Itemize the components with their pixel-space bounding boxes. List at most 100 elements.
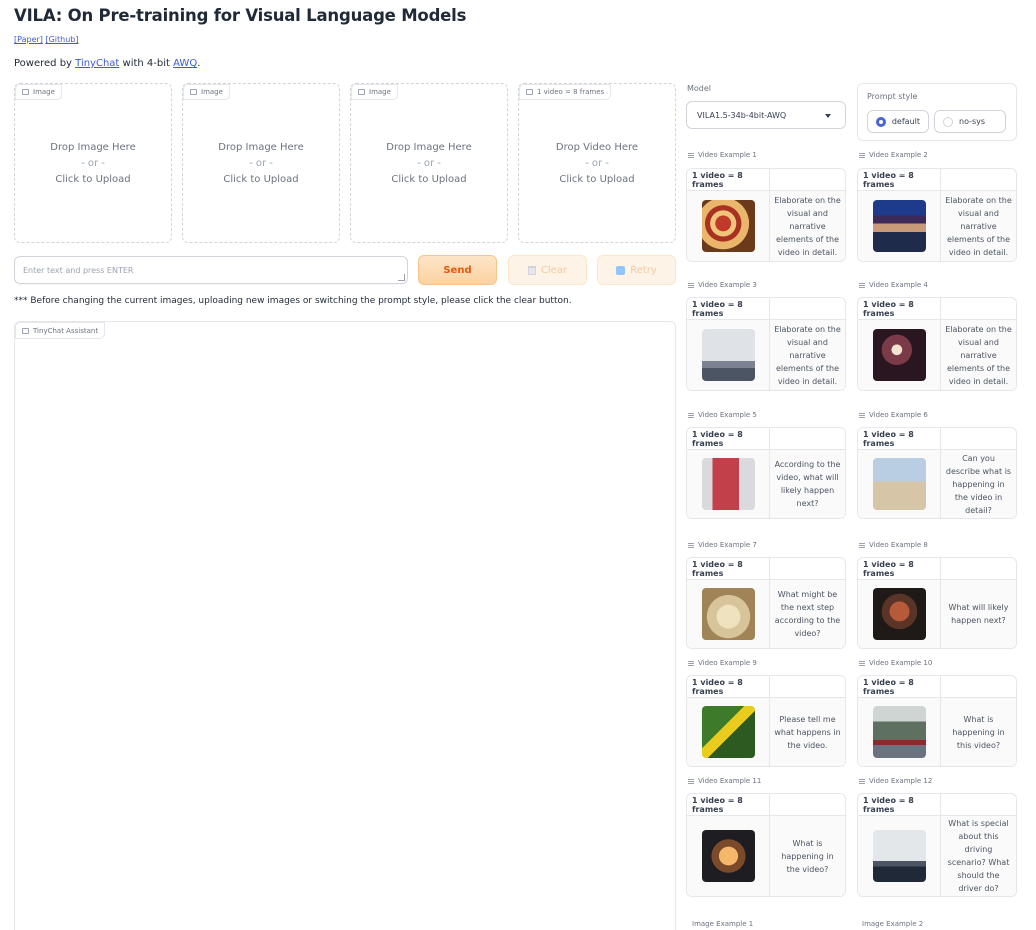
video-example-label: Video Example 11 [688, 777, 761, 785]
list-icon [688, 282, 694, 288]
video-example-label: Video Example 9 [688, 659, 757, 667]
image-example-label-text: Image Example 2 [862, 920, 924, 928]
video-thumbnail[interactable] [701, 329, 755, 381]
example-header: 1 video = 8 frames [858, 169, 941, 190]
list-icon [859, 152, 865, 158]
video-upload[interactable]: 1 video = 8 frames Drop Video Here - or … [518, 83, 676, 243]
example-header: 1 video = 8 frames [858, 676, 941, 697]
image-example-label-1: Image Example 1 [688, 920, 753, 928]
video-example-card[interactable]: 1 video = 8 frames Elaborate on the visua… [686, 297, 846, 391]
trash-icon [527, 265, 536, 275]
or-text: - or - [585, 158, 609, 169]
powered-mid: with 4-bit [119, 58, 174, 69]
image-upload-2[interactable]: Image Drop Image Here - or - Click to Up… [182, 83, 340, 243]
video-example-card[interactable]: 1 video = 8 frames What is special about … [857, 793, 1017, 897]
video-thumbnail[interactable] [872, 706, 926, 758]
video-example-card[interactable]: 1 video = 8 frames Elaborate on the visua… [686, 168, 846, 262]
image-example-label-2: Image Example 2 [858, 920, 923, 928]
video-thumbnail[interactable] [701, 458, 755, 510]
model-value: VILA1.5-34b-4bit-AWQ [697, 111, 787, 120]
chevron-down-icon [825, 114, 831, 118]
tinychat-link[interactable]: TinyChat [75, 58, 119, 69]
upload-label: 1 video = 8 frames [519, 84, 612, 100]
video-thumbnail[interactable] [701, 588, 755, 640]
video-thumbnail[interactable] [872, 588, 926, 640]
retry-icon [616, 265, 626, 275]
video-example-card[interactable]: 1 video = 8 frames Elaborate on the visua… [857, 297, 1017, 391]
video-thumbnail[interactable] [872, 329, 926, 381]
video-icon [526, 89, 533, 95]
video-example-card[interactable]: 1 video = 8 frames Can you describe what … [857, 427, 1017, 519]
list-icon [859, 412, 865, 418]
radio-default[interactable]: default [867, 110, 929, 133]
powered-prefix: Powered by [14, 58, 76, 69]
video-thumbnail[interactable] [701, 830, 755, 882]
video-example-label: Video Example 5 [688, 411, 757, 419]
clear-button[interactable]: Clear [508, 255, 587, 285]
image-upload-3[interactable]: Image Drop Image Here - or - Click to Up… [350, 83, 508, 243]
example-prompt: Elaborate on the visual and narrative el… [945, 195, 1012, 257]
message-placeholder: Enter text and press ENTER [23, 266, 134, 275]
message-input[interactable]: Enter text and press ENTER [14, 256, 408, 284]
drop-text: Drop Image Here [386, 142, 472, 153]
example-prompt: What will likely happen next? [948, 603, 1009, 625]
example-header: 1 video = 8 frames [858, 558, 941, 579]
video-example-card[interactable]: 1 video = 8 frames Elaborate on the visua… [857, 168, 1017, 262]
radio-no-sys-label: no-sys [959, 117, 986, 126]
send-label: Send [443, 264, 472, 276]
powered-by: Powered by TinyChat with 4-bit AWQ. [14, 58, 200, 69]
video-example-card[interactable]: 1 video = 8 frames What might be the next… [686, 557, 846, 649]
prompt-style-label: Prompt style [867, 92, 918, 101]
drop-text: Drop Image Here [218, 142, 304, 153]
chatbot-panel[interactable]: TinyChat Assistant [14, 321, 676, 930]
video-example-card[interactable]: 1 video = 8 frames What will likely happe… [857, 557, 1017, 649]
or-text: - or - [249, 158, 273, 169]
page-title: VILA: On Pre-training for Visual Languag… [14, 6, 467, 25]
list-icon [859, 282, 865, 288]
video-example-label-text: Video Example 10 [869, 659, 933, 667]
video-example-card[interactable]: 1 video = 8 frames What is happening in t… [857, 675, 1017, 767]
video-example-label: Video Example 1 [688, 151, 757, 159]
video-example-label: Video Example 6 [859, 411, 928, 419]
list-icon [688, 412, 694, 418]
example-prompt: Elaborate on the visual and narrative el… [945, 324, 1012, 386]
video-example-label-text: Video Example 7 [698, 541, 757, 549]
example-prompt: Elaborate on the visual and narrative el… [774, 324, 841, 386]
retry-label: Retry [630, 264, 657, 276]
video-example-card[interactable]: 1 video = 8 frames What is happening in t… [686, 793, 846, 897]
drop-text: Drop Video Here [555, 142, 639, 153]
video-thumbnail[interactable] [872, 458, 926, 510]
model-dropdown[interactable]: VILA1.5-34b-4bit-AWQ [686, 101, 846, 129]
video-thumbnail[interactable] [872, 830, 926, 882]
video-example-label-text: Video Example 9 [698, 659, 757, 667]
video-example-label: Video Example 12 [859, 777, 932, 785]
send-button[interactable]: Send [418, 255, 497, 285]
chatbot-label: TinyChat Assistant [15, 322, 106, 339]
paper-link[interactable]: [Paper] [14, 35, 43, 44]
example-prompt: Please tell me what happens in the video… [774, 714, 841, 750]
video-thumbnail[interactable] [701, 706, 755, 758]
video-thumbnail[interactable] [701, 200, 755, 252]
list-icon [859, 542, 865, 548]
list-icon [688, 152, 694, 158]
resize-handle-icon[interactable] [398, 274, 405, 281]
image-upload-1[interactable]: Image Drop Image Here - or - Click to Up… [14, 83, 172, 243]
video-example-card[interactable]: 1 video = 8 frames Please tell me what ha… [686, 675, 846, 767]
video-example-card[interactable]: 1 video = 8 frames According to the video… [686, 427, 846, 519]
github-link[interactable]: [Github] [45, 35, 78, 44]
example-header: 1 video = 8 frames [858, 428, 941, 449]
image-example-label-text: Image Example 1 [692, 920, 754, 928]
example-header: 1 video = 8 frames [858, 794, 941, 815]
upload-label-text: Image [369, 88, 391, 96]
video-thumbnail[interactable] [872, 200, 926, 252]
awq-link[interactable]: AWQ [173, 58, 197, 69]
list-icon [688, 660, 694, 666]
list-icon [859, 778, 865, 784]
upload-label-text: 1 video = 8 frames [537, 88, 605, 96]
image-icon [22, 89, 29, 95]
video-example-label-text: Video Example 8 [869, 541, 928, 549]
retry-button[interactable]: Retry [597, 255, 676, 285]
radio-empty-icon [943, 116, 953, 127]
radio-no-sys[interactable]: no-sys [934, 110, 1006, 133]
example-prompt: What might be the next step according to… [774, 590, 841, 638]
